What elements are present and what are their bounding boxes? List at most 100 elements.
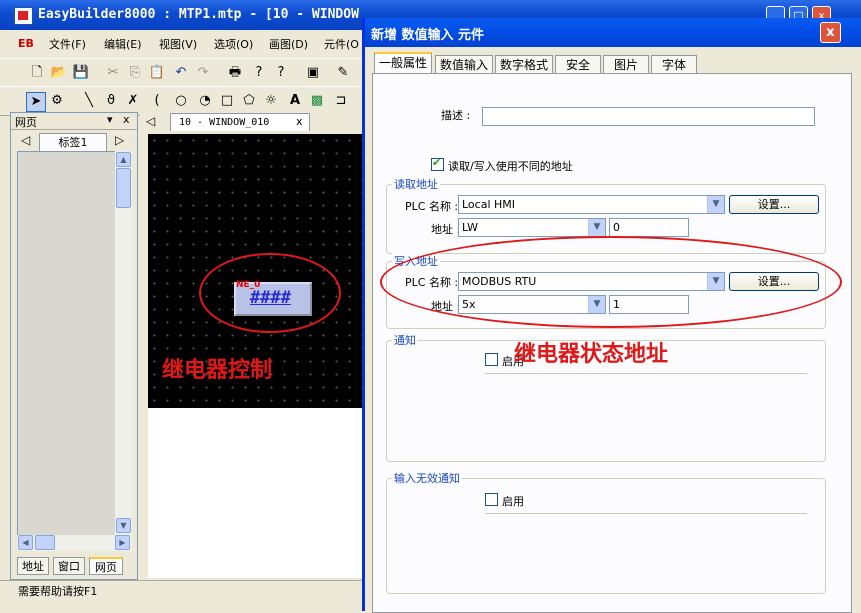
standard-toolbar: 🗋 📂 💾 ✂ ⎘ 📋 ↶ ↷ 🖶 ? ? ▣ ✎ (0, 58, 362, 88)
panel-close-icon[interactable]: x (123, 113, 130, 126)
scale-icon[interactable]: ☼ (262, 92, 280, 110)
picture-icon[interactable]: ▩ (308, 92, 326, 110)
scroll-up-icon[interactable]: ▲ (116, 152, 131, 167)
text-icon[interactable]: A (286, 92, 304, 110)
read-address-group-label: 读取地址 (392, 176, 440, 192)
status-bar: 需要帮助请按F1 (0, 580, 362, 599)
doc-tab-left-icon[interactable]: ◁ (146, 114, 155, 128)
bottom-tab-window[interactable]: 窗口 (53, 557, 85, 575)
doc-tab-window-010[interactable]: 10 - WINDOW_010 (170, 113, 310, 131)
cut-icon[interactable]: ✂ (104, 64, 122, 82)
read-plc-name-select[interactable]: Local HMI ▼ (458, 195, 725, 214)
scroll-right-icon[interactable]: ▶ (115, 535, 130, 550)
tab-security[interactable]: 安全 (555, 55, 601, 73)
read-plc-name-label: PLC 名称 : (405, 200, 459, 213)
scroll-left-icon[interactable]: ◀ (18, 535, 33, 550)
undo-icon[interactable]: ↶ (172, 64, 190, 82)
invalid-notify-enable-checkbox[interactable] (485, 493, 498, 506)
document-tab-bar: ◁ 10 - WINDOW_010 x (140, 112, 362, 132)
redo-icon[interactable]: ↷ (194, 64, 212, 82)
dialog-title: 新增 数值输入 元件 (371, 28, 485, 43)
properties-icon[interactable]: ⚙ (48, 92, 66, 110)
tab-picture[interactable]: 图片 (603, 55, 649, 73)
arc-icon[interactable]: ( (148, 92, 166, 110)
dialog-title-bar: 新增 数值输入 元件 x (365, 18, 861, 47)
menu-bar: EB 文件(F) 编辑(E) 视图(V) 选项(O) 画图(D) 元件(O (0, 32, 362, 56)
chevron-down-icon: ▼ (707, 196, 724, 213)
hscroll-thumb[interactable] (35, 535, 55, 550)
page-list-hscroll[interactable]: ◀ ▶ (17, 535, 132, 551)
tab-scroll-right-icon[interactable]: ▷ (115, 133, 124, 147)
canvas-outside-area (148, 408, 362, 578)
rectangle-icon[interactable]: □ (218, 92, 236, 110)
pen-icon[interactable]: ✎ (334, 64, 352, 82)
line-icon[interactable]: ╲ (80, 92, 98, 110)
compile-icon[interactable]: ▣ (304, 64, 322, 82)
doc-tab-close-icon[interactable]: x (296, 115, 303, 128)
menu-objects[interactable]: 元件(O (324, 36, 359, 52)
menu-view[interactable]: 视图(V) (159, 36, 197, 52)
scroll-down-icon[interactable]: ▼ (116, 518, 131, 533)
menu-options[interactable]: 选项(O) (214, 36, 253, 52)
description-input[interactable] (482, 107, 815, 126)
panel-title: 网页 (15, 116, 37, 129)
tab-general[interactable]: 一般属性 (374, 52, 432, 74)
help-icon[interactable]: ? (250, 64, 268, 82)
context-help-icon[interactable]: ? (272, 64, 290, 82)
doc-tab-title: 10 - WINDOW_010 (179, 117, 270, 128)
notify-separator (485, 373, 807, 374)
rw-diff-checkbox[interactable] (431, 156, 444, 171)
read-address-type-value: LW (462, 221, 478, 234)
annotation-relay-status-address: 继电器状态地址 (514, 342, 669, 367)
circle-icon[interactable]: ○ (172, 92, 190, 110)
read-plc-name-value: Local HMI (462, 198, 516, 211)
chevron-down-icon: ▼ (588, 219, 605, 236)
save-icon[interactable]: 💾 (72, 64, 90, 82)
open-folder-icon[interactable]: 📂 (50, 64, 68, 82)
tab-font[interactable]: 字体 (651, 55, 697, 73)
red-circle-write-address (380, 236, 842, 328)
invalid-notify-separator (485, 513, 807, 514)
annotation-relay-control: 继电器控制 (162, 358, 273, 383)
bottom-tab-address[interactable]: 地址 (17, 557, 49, 575)
tab-numeric-input[interactable]: 数值输入 (435, 55, 493, 73)
rw-diff-label: 读取/写入使用不同的地址 (448, 160, 573, 173)
polyline-icon[interactable]: ϑ (102, 92, 120, 110)
polygon-icon[interactable]: ⬠ (240, 92, 258, 110)
print-icon[interactable]: 🖶 (226, 64, 244, 82)
menu-edit[interactable]: 编辑(E) (104, 36, 142, 52)
panel-header: 网页 ▾ x (11, 113, 137, 130)
description-label: 描述 : (441, 109, 471, 122)
select-pointer-icon[interactable]: ➤ (26, 92, 46, 112)
read-address-label: 地址 : (431, 223, 461, 236)
tab-label-1[interactable]: 标签1 (39, 133, 107, 151)
tab-scroll-left-icon[interactable]: ◁ (21, 133, 30, 147)
tab-number-format[interactable]: 数字格式 (495, 55, 553, 73)
freeform-icon[interactable]: ✗ (124, 92, 142, 110)
notify-group-label: 通知 (392, 332, 418, 348)
pin-icon[interactable]: ▾ (107, 113, 113, 126)
red-circle-relay-control (199, 253, 341, 333)
menu-draw[interactable]: 画图(D) (269, 36, 308, 52)
invalid-notify-enable-label: 启用 (502, 495, 524, 508)
dialog-close-button[interactable]: x (820, 22, 841, 43)
paste-icon[interactable]: 📋 (148, 64, 166, 82)
copy-icon[interactable]: ⎘ (126, 64, 144, 82)
read-address-type-select[interactable]: LW ▼ (458, 218, 606, 237)
read-address-input[interactable]: 0 (609, 218, 689, 237)
bottom-tab-webpage[interactable]: 网页 (89, 557, 123, 575)
menu-file[interactable]: 文件(F) (49, 36, 86, 52)
new-file-icon[interactable]: 🗋 (28, 64, 46, 82)
left-panel: 网页 ▾ x ◁ 标签1 ▷ ▲ ▼ ◀ ▶ 地址 窗口 网页 (10, 112, 138, 580)
notify-enable-checkbox[interactable] (485, 353, 498, 366)
read-settings-button[interactable]: 设置... (729, 195, 819, 214)
frame-icon[interactable]: ⊐ (332, 92, 350, 110)
app-icon (14, 7, 33, 25)
main-window-title: EasyBuilder8000 : MTP1.mtp - [10 - WINDO… (38, 7, 359, 22)
eb-logo: EB (18, 37, 34, 50)
page-list-vscroll[interactable]: ▲ ▼ (115, 151, 132, 535)
page-list[interactable] (17, 151, 123, 537)
scroll-thumb[interactable] (116, 168, 131, 208)
invalid-notify-group: 输入无效通知 启用 (386, 470, 826, 594)
pie-icon[interactable]: ◔ (196, 92, 214, 110)
